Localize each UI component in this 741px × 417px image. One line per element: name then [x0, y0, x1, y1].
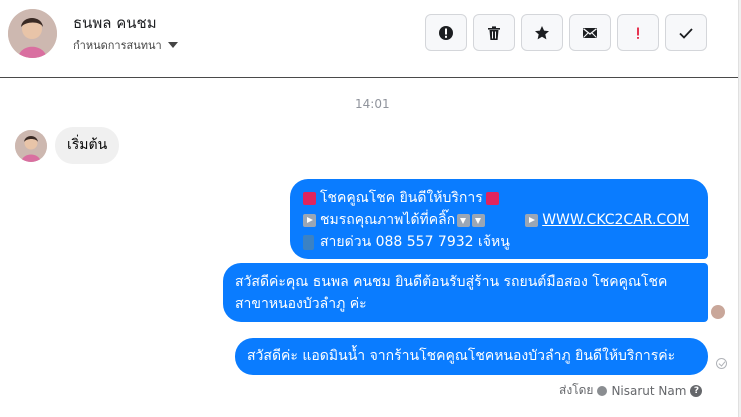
sent-by-label: ส่งโดย: [559, 383, 594, 397]
message-line: โชคคูณโชค ยินดีให้บริการ: [320, 190, 483, 206]
arrow-down-icon: [472, 213, 486, 227]
sender-avatar: [15, 130, 47, 162]
mark-spam-button[interactable]: [425, 14, 467, 51]
sent-check-icon: [716, 358, 727, 369]
outgoing-message: สวัสดีค่ะ แอดมินน้ำ จากร้านโชคคูณโชคหนอง…: [235, 338, 708, 375]
message-timestamp: 14:01: [355, 97, 390, 111]
incoming-message: เริ่มต้น: [55, 127, 120, 164]
message-line: สวัสดีค่ะ แอดมินน้ำ จากร้านโชคคูณโชคหนอง…: [247, 348, 676, 364]
sent-by-info: ส่งโดย Nisarut Nam ?: [559, 381, 703, 400]
checkmark-icon: [679, 27, 693, 39]
message-line: สายด่วน 088 557 7932 เจ้หนู: [320, 234, 510, 250]
seen-avatar: [711, 305, 725, 319]
sparkle-icon: [303, 191, 316, 205]
outgoing-message: สวัสดีค่ะคุณ ธนพล คนชม ยินดีต้อนรับสู่ร้…: [223, 263, 708, 322]
play-icon: [525, 213, 539, 227]
action-toolbar: [425, 14, 707, 51]
mark-unread-button[interactable]: [569, 14, 611, 51]
alert-circle-icon: [439, 25, 453, 40]
trash-icon: [488, 25, 500, 40]
assign-label: กำหนดการสนทนา: [73, 39, 162, 52]
arrow-down-icon: [457, 213, 471, 227]
contact-name: ธนพล คนชม: [73, 14, 157, 32]
message-line: สวัสดีค่ะคุณ ธนพล คนชม ยินดีต้อนรับสู่ร้…: [235, 274, 668, 290]
outgoing-message: โชคคูณโชค ยินดีให้บริการ ชมรถคุณภาพได้ที…: [290, 179, 708, 259]
envelope-icon: [583, 27, 597, 38]
exclamation-icon: [637, 27, 639, 39]
mark-done-button[interactable]: [665, 14, 707, 51]
website-link[interactable]: WWW.CKC2CAR.COM: [542, 209, 689, 231]
message-line: สาขาหนองบัวลำภู ค่ะ: [235, 296, 367, 312]
follow-up-button[interactable]: [617, 14, 659, 51]
verified-icon: [597, 385, 608, 396]
conversation-header: ธนพล คนชม กำหนดการสนทนา: [0, 0, 738, 78]
sparkle-icon: [485, 191, 499, 205]
star-button[interactable]: [521, 14, 563, 51]
star-icon: [535, 25, 549, 39]
assign-conversation-dropdown[interactable]: กำหนดการสนทนา: [73, 36, 178, 54]
help-icon[interactable]: ?: [690, 384, 703, 397]
phone-icon: [303, 234, 314, 250]
play-icon: [303, 213, 316, 227]
message-line: ชมรถคุณภาพได้ที่คลิ๊ก: [320, 212, 456, 228]
caret-down-icon: [167, 42, 178, 48]
contact-avatar[interactable]: [8, 9, 57, 58]
sent-by-name: Nisarut Nam: [611, 383, 687, 398]
delete-button[interactable]: [473, 14, 515, 51]
